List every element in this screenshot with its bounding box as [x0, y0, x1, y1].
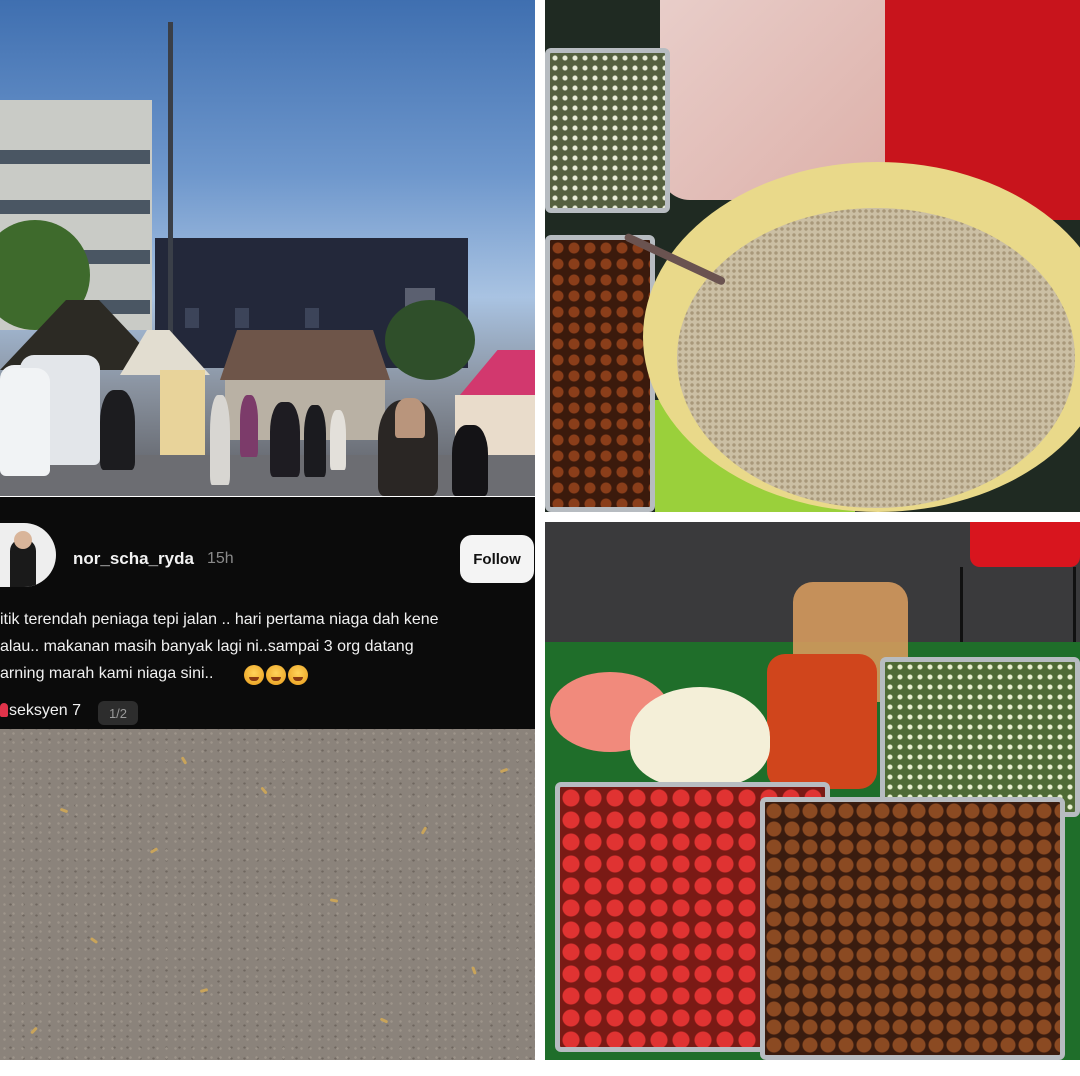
leaf [59, 807, 69, 814]
page-indicator: 1/2 [98, 701, 138, 725]
location-pin-icon [0, 703, 8, 717]
follow-button[interactable]: Follow [460, 535, 534, 583]
egg-bowl [630, 687, 770, 787]
vegetable-tray [545, 48, 670, 213]
leaf [329, 898, 339, 903]
caption-line: itik terendah peniaga tepi jalan .. hari… [0, 611, 439, 628]
person [330, 410, 346, 470]
person [240, 395, 258, 457]
leaf [149, 847, 159, 854]
leaf [89, 936, 99, 945]
leaf [30, 1026, 38, 1035]
leaf [260, 786, 268, 795]
location-tag[interactable]: seksyen 7 [9, 702, 81, 720]
street-scene-photo [0, 0, 535, 496]
folding-chair [970, 522, 1080, 567]
stall-lights [160, 370, 205, 460]
person [395, 398, 425, 438]
caption-line: alau.. makanan masih banyak lagi ni..sam… [0, 638, 414, 655]
caption-line: arning marah kami niaga sini.. [0, 665, 214, 682]
street-light-pole [168, 22, 173, 342]
leaf [199, 988, 209, 993]
chair-legs [960, 567, 1076, 647]
avatar[interactable] [0, 523, 56, 587]
crying-face-icon [288, 665, 308, 685]
stall-roof [220, 330, 390, 380]
vegetable-tray [880, 657, 1080, 817]
person [270, 402, 300, 477]
leaf [180, 756, 188, 765]
person [304, 405, 326, 477]
ground-photo [0, 729, 535, 1060]
crying-face-icon [266, 665, 286, 685]
leaf [379, 1017, 389, 1024]
white-van [0, 368, 50, 476]
person [452, 425, 488, 496]
username[interactable]: nor_scha_ryda [73, 549, 194, 569]
meat-tray [760, 797, 1065, 1060]
post-time: 15h [207, 550, 234, 567]
post-overlay: nor_scha_ryda 15h Follow itik terendah p… [0, 497, 535, 729]
crying-emoji-group [244, 665, 308, 685]
meat-tray [545, 235, 655, 512]
leaf [499, 767, 509, 774]
pink-canopy-tent [460, 350, 535, 395]
leaf [420, 826, 428, 835]
tree [385, 300, 475, 380]
ground-spice [677, 208, 1075, 508]
leaf [471, 966, 477, 975]
food-photo-top [545, 0, 1080, 512]
person [100, 390, 135, 470]
person [210, 395, 230, 485]
sauce-jar [767, 654, 877, 789]
food-photo-bottom [545, 522, 1080, 1060]
crying-face-icon [244, 665, 264, 685]
